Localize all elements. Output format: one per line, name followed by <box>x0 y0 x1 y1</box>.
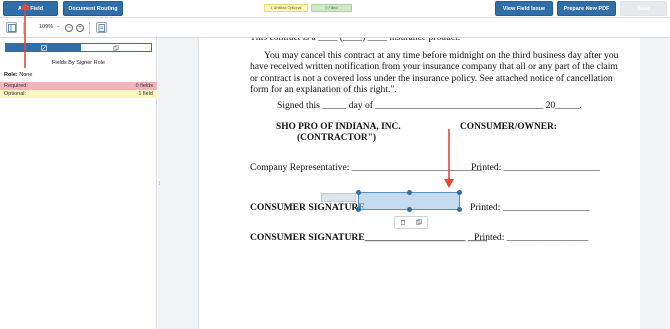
required-label: Required: <box>4 83 28 89</box>
required-summary[interactable]: Required: 0 fields <box>0 82 157 90</box>
optional-summary[interactable]: Optional: 1 field <box>0 90 157 98</box>
resize-handle[interactable] <box>356 207 361 212</box>
delete-icon[interactable] <box>400 219 406 227</box>
doc-printed-3: Printed: _________________ <box>474 232 589 243</box>
toolbar-divider <box>89 22 90 34</box>
annotation-arrow-down <box>444 129 454 188</box>
doc-printed-2: Printed: __________________ <box>470 202 590 213</box>
fields-panel: Fields By Signer Role Role: None Require… <box>0 38 157 329</box>
zoom-level[interactable]: 109% <box>39 24 53 30</box>
edit-icon <box>40 44 47 51</box>
resize-handle[interactable] <box>407 207 412 212</box>
resize-handle[interactable] <box>457 190 462 195</box>
copy-icon <box>113 44 119 51</box>
doc-signed-line: Signed this _____ day of _______________… <box>277 100 582 111</box>
page-settings-icon[interactable] <box>96 22 107 33</box>
resize-handle[interactable] <box>356 190 361 195</box>
prepare-new-pdf-button[interactable]: Prepare New PDF <box>557 1 616 16</box>
duplicate-icon[interactable] <box>416 218 422 227</box>
optional-count: 1 field <box>138 91 153 97</box>
drag-ghost-field <box>321 193 356 202</box>
unfilled-optional-badge[interactable]: 1 Unfilled Optional <box>264 4 308 12</box>
panel-resize-handle[interactable]: ⁞ <box>159 181 160 187</box>
resize-handle[interactable] <box>407 190 412 195</box>
document-tab[interactable] <box>81 44 151 51</box>
zoom-in-button[interactable]: + <box>76 24 84 32</box>
top-toolbar: Add Field Document Routing 1 Unfilled Op… <box>0 0 670 18</box>
signature-field[interactable] <box>356 190 462 212</box>
doc-contractor-name: SHO PRO OF INDIANA, INC. <box>276 122 401 132</box>
view-field-issue-button[interactable]: View Field Issue <box>495 1 553 16</box>
doc-consumer-signature-2: CONSUMER SIGNATURE_____________________ … <box>250 232 488 243</box>
resize-handle[interactable] <box>457 207 462 212</box>
optional-label: Optional: <box>4 91 27 97</box>
role-value: None <box>19 72 33 78</box>
filled-badge[interactable]: 0 Filled <box>311 4 352 12</box>
annotation-arrow-up <box>20 2 30 68</box>
doc-paragraph-text: You may cancel this contract at any time… <box>250 50 619 96</box>
document-routing-button[interactable]: Document Routing <box>63 1 123 16</box>
save-button[interactable]: Save <box>620 1 667 16</box>
zoom-out-button[interactable]: − <box>65 24 73 32</box>
chevron-down-icon[interactable]: ⌄ <box>56 23 60 29</box>
doc-consumer-owner: CONSUMER/OWNER: <box>460 122 557 132</box>
doc-cancellation-paragraph: You may cancel this contract at any time… <box>250 50 620 96</box>
doc-contractor-label: (CONTRACTOR") <box>297 133 376 143</box>
required-count: 0 fields <box>135 83 153 89</box>
role-row: Role: None <box>4 72 32 78</box>
doc-printed-1: Printed: ____________________ <box>471 162 600 173</box>
role-label: Role: <box>4 72 18 78</box>
view-toolbar: 109% ⌄ − + <box>0 18 670 38</box>
field-actions-toolbar <box>394 216 428 229</box>
doc-consumer-signature-1: CONSUMER SIGNATURE <box>250 202 365 213</box>
